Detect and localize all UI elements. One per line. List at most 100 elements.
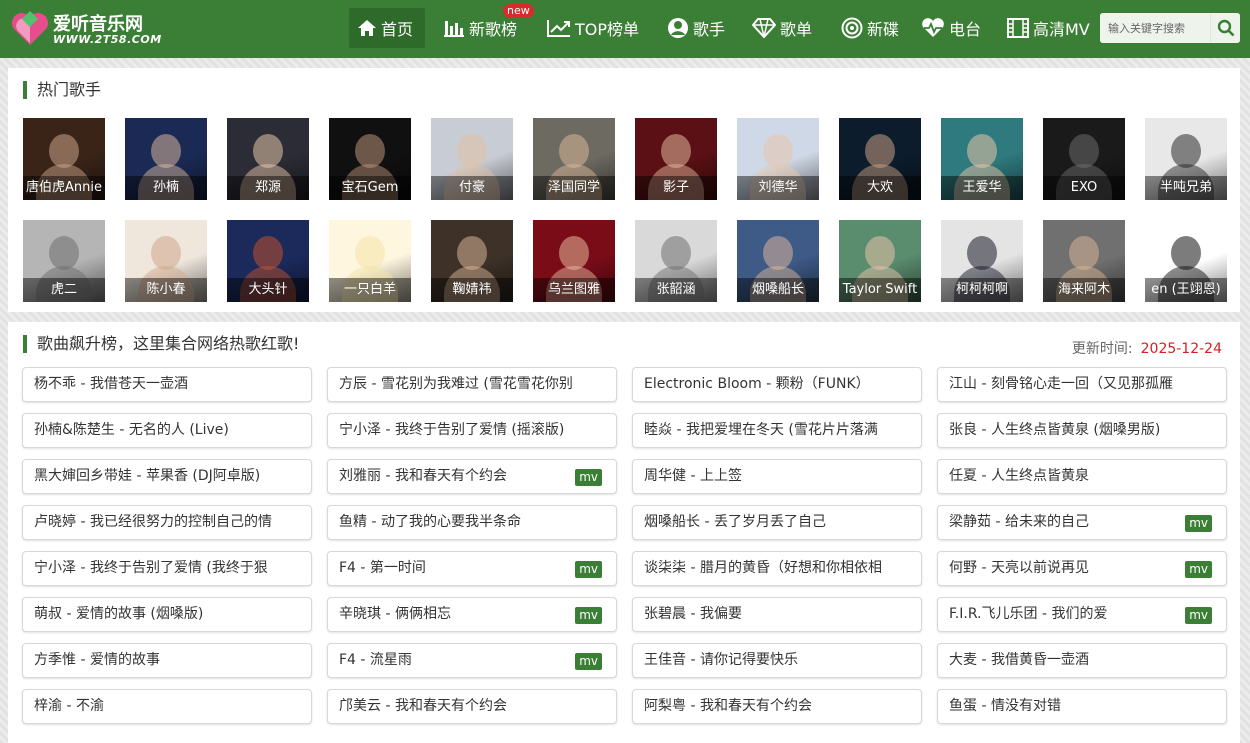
- mv-badge[interactable]: mv: [575, 653, 602, 670]
- song-item[interactable]: 阿梨粤 - 我和春天有个约会: [632, 689, 922, 724]
- trend-line-icon: [547, 20, 570, 37]
- singer-card[interactable]: 王爱华: [941, 118, 1023, 200]
- song-item[interactable]: 刘雅丽 - 我和春天有个约会 mv: [327, 459, 617, 494]
- singer-card[interactable]: 半吨兄弟: [1145, 118, 1227, 200]
- site-logo[interactable]: 爱听音乐网 WWW.2T58.COM: [10, 9, 170, 49]
- singer-card[interactable]: 一只白羊: [329, 220, 411, 302]
- search-box: [1100, 13, 1240, 43]
- singer-card[interactable]: 唐伯虎Annie: [23, 118, 105, 200]
- singer-name: en (王翊恩): [1145, 278, 1227, 302]
- singer-card[interactable]: 泽国同学: [533, 118, 615, 200]
- song-item[interactable]: 萌叔 - 爱情的故事 (烟嗓版): [22, 597, 312, 632]
- singer-photo-head: [559, 236, 589, 270]
- logo-heart-icon: [12, 11, 48, 45]
- song-item[interactable]: 邝美云 - 我和春天有个约会: [327, 689, 617, 724]
- nav-hd-mv[interactable]: 高清MV: [999, 8, 1098, 48]
- singer-card[interactable]: 柯柯柯啊: [941, 220, 1023, 302]
- singer-card[interactable]: 影子: [635, 118, 717, 200]
- mv-badge[interactable]: mv: [575, 607, 602, 624]
- singer-name: 烟嗓船长: [737, 278, 819, 302]
- song-item[interactable]: 卢晓婷 - 我已经很努力的控制自己的情: [22, 505, 312, 540]
- song-title: 王佳音 - 请你记得要快乐: [644, 652, 798, 668]
- singer-photo-head: [49, 134, 79, 168]
- singer-card[interactable]: 海来阿木: [1043, 220, 1125, 302]
- song-title: 梁静茹 - 给未来的自己: [949, 514, 1089, 530]
- song-item[interactable]: F4 - 第一时间 mv: [327, 551, 617, 586]
- mv-badge[interactable]: mv: [1185, 515, 1212, 532]
- singer-photo-head: [1171, 236, 1201, 270]
- singer-card[interactable]: 刘德华: [737, 118, 819, 200]
- singer-card[interactable]: 孙楠: [125, 118, 207, 200]
- song-item[interactable]: F4 - 流星雨 mv: [327, 643, 617, 678]
- song-item[interactable]: 张碧晨 - 我偏要: [632, 597, 922, 632]
- song-title: 卢晓婷 - 我已经很努力的控制自己的情: [34, 514, 272, 530]
- singer-card[interactable]: 乌兰图雅: [533, 220, 615, 302]
- song-item[interactable]: 杨不乖 - 我借苍天一壶酒: [22, 367, 312, 402]
- singer-card[interactable]: 付豪: [431, 118, 513, 200]
- singer-card[interactable]: Taylor Swift: [839, 220, 921, 302]
- song-title: 孙楠&陈楚生 - 无名的人 (Live): [34, 422, 229, 438]
- song-item[interactable]: 张良 - 人生终点皆黄泉 (烟嗓男版): [937, 413, 1227, 448]
- song-item[interactable]: Electronic Bloom - 颗粉（FUNK）: [632, 367, 922, 402]
- nav-label: 首页: [381, 20, 414, 39]
- song-item[interactable]: F.I.R.飞儿乐团 - 我们的爱 mv: [937, 597, 1227, 632]
- nav-radio[interactable]: 电台: [913, 8, 989, 48]
- search-input[interactable]: [1100, 13, 1210, 43]
- song-item[interactable]: 何野 - 天亮以前说再见 mv: [937, 551, 1227, 586]
- song-item[interactable]: 周华健 - 上上签: [632, 459, 922, 494]
- mv-badge[interactable]: mv: [1185, 607, 1212, 624]
- singer-grid: 唐伯虎Annie 孙楠 郑源 宝石Gem 付豪 泽国同学 影子 刘德华 大欢 王爱华 EXO 半吨兄弟…: [23, 118, 1233, 302]
- section-title: 热门歌手: [23, 81, 101, 99]
- singer-card[interactable]: en (王翊恩): [1145, 220, 1227, 302]
- singer-photo-head: [865, 134, 895, 168]
- singer-card[interactable]: 张韶涵: [635, 220, 717, 302]
- singer-photo-head: [151, 236, 181, 270]
- singer-card[interactable]: 陈小春: [125, 220, 207, 302]
- new-badge: new: [503, 4, 534, 18]
- singer-card[interactable]: EXO: [1043, 118, 1125, 200]
- song-title: 何野 - 天亮以前说再见: [949, 560, 1089, 576]
- song-item[interactable]: 江山 - 刻骨铭心走一回（又见那孤雁: [937, 367, 1227, 402]
- singer-name: 唐伯虎Annie: [23, 176, 105, 200]
- song-item[interactable]: 王佳音 - 请你记得要快乐: [632, 643, 922, 678]
- nav-top-charts[interactable]: TOP榜单: [539, 8, 647, 48]
- song-item[interactable]: 梁静茹 - 给未来的自己 mv: [937, 505, 1227, 540]
- singer-card[interactable]: 大头针: [227, 220, 309, 302]
- song-item[interactable]: 方季惟 - 爱情的故事: [22, 643, 312, 678]
- song-item[interactable]: 梓渝 - 不渝: [22, 689, 312, 724]
- song-item[interactable]: 方辰 - 雪花别为我难过 (雪花雪花你别: [327, 367, 617, 402]
- singer-name: 王爱华: [941, 176, 1023, 200]
- song-item[interactable]: 宁小泽 - 我终于告别了爱情 (我终于狠: [22, 551, 312, 586]
- singer-card[interactable]: 鞠婧祎: [431, 220, 513, 302]
- mv-badge[interactable]: mv: [1185, 561, 1212, 578]
- singer-card[interactable]: 虎二: [23, 220, 105, 302]
- singer-name: 孙楠: [125, 176, 207, 200]
- song-title: F4 - 第一时间: [339, 560, 426, 576]
- song-item[interactable]: 辛晓琪 - 俩俩相忘 mv: [327, 597, 617, 632]
- mv-badge[interactable]: mv: [575, 469, 602, 486]
- song-title: 谈柒柒 - 腊月的黄昏（好想和你相依相: [644, 560, 882, 576]
- song-item[interactable]: 任夏 - 人生终点皆黄泉: [937, 459, 1227, 494]
- song-item[interactable]: 睦焱 - 我把爱埋在冬天 (雪花片片落满: [632, 413, 922, 448]
- nav-playlists[interactable]: 歌单: [744, 8, 820, 48]
- song-title: 烟嗓船长 - 丢了岁月丢了自己: [644, 514, 826, 530]
- nav-new-albums[interactable]: 新碟: [833, 8, 907, 48]
- nav-label: TOP榜单: [575, 20, 640, 39]
- song-item[interactable]: 鱼蛋 - 情没有对错: [937, 689, 1227, 724]
- singer-card[interactable]: 烟嗓船长: [737, 220, 819, 302]
- singer-photo-head: [1171, 134, 1201, 168]
- singer-card[interactable]: 大欢: [839, 118, 921, 200]
- singer-card[interactable]: 宝石Gem: [329, 118, 411, 200]
- song-item[interactable]: 宁小泽 - 我终于告别了爱情 (摇滚版): [327, 413, 617, 448]
- song-item[interactable]: 大麦 - 我借黄昏一壶酒: [937, 643, 1227, 678]
- nav-singers[interactable]: 歌手: [659, 8, 733, 48]
- song-item[interactable]: 鱼精 - 动了我的心要我半条命: [327, 505, 617, 540]
- mv-badge[interactable]: mv: [575, 561, 602, 578]
- singer-card[interactable]: 郑源: [227, 118, 309, 200]
- song-item[interactable]: 烟嗓船长 - 丢了岁月丢了自己: [632, 505, 922, 540]
- song-item[interactable]: 孙楠&陈楚生 - 无名的人 (Live): [22, 413, 312, 448]
- nav-home[interactable]: 首页: [349, 8, 425, 48]
- song-item[interactable]: 谈柒柒 - 腊月的黄昏（好想和你相依相: [632, 551, 922, 586]
- song-item[interactable]: 黑大婶回乡带娃 - 苹果香 (DJ阿卓版): [22, 459, 312, 494]
- search-button[interactable]: [1210, 13, 1240, 43]
